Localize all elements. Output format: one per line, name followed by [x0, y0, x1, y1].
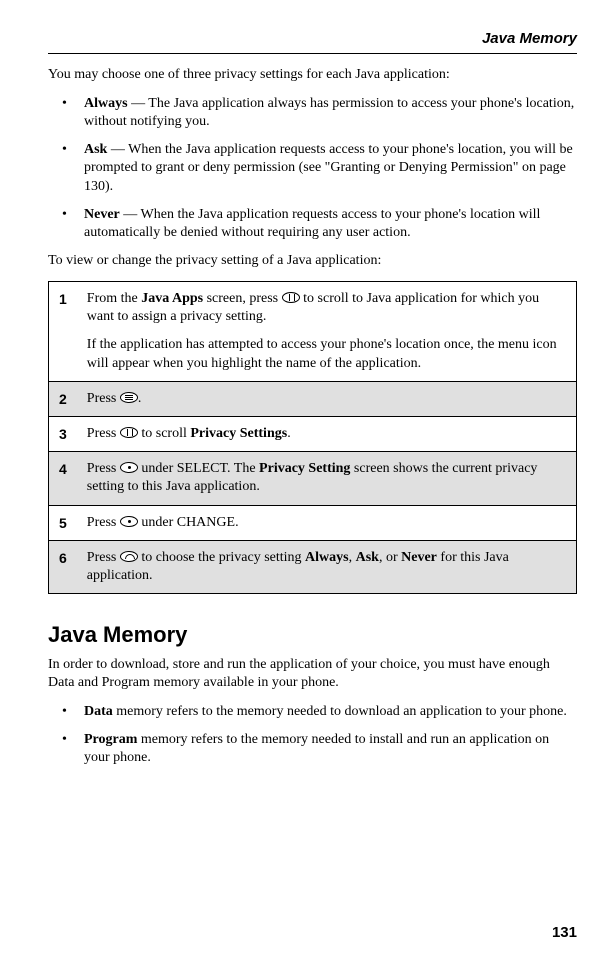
privacy-option-ask: Ask — When the Java application requests… [62, 141, 577, 196]
text: Press [87, 550, 120, 565]
privacy-option-always: Always — The Java application always has… [62, 95, 577, 131]
text: to choose the privacy setting [138, 550, 305, 565]
step-number: 5 [49, 505, 77, 540]
scroll-icon [282, 292, 300, 303]
desc: memory refers to the memory needed to in… [84, 732, 549, 765]
step-body: Press to choose the privacy setting Alwa… [77, 540, 577, 593]
step-row-4: 4 Press under SELECT. The Privacy Settin… [49, 452, 577, 505]
desc: — The Java application always has permis… [84, 96, 574, 129]
text: , [349, 550, 356, 565]
text: Press [87, 391, 120, 406]
text: Press [87, 515, 120, 530]
memory-intro: In order to download, store and run the … [48, 656, 577, 692]
step-number: 4 [49, 452, 77, 505]
desc: memory refers to the memory needed to do… [113, 704, 567, 719]
steps-table: 1 From the Java Apps screen, press to sc… [48, 281, 577, 594]
step-body: From the Java Apps screen, press to scro… [77, 282, 577, 382]
menu-icon [120, 392, 138, 403]
step-number: 3 [49, 417, 77, 452]
text: screen, press [203, 291, 282, 306]
text: From the [87, 291, 141, 306]
text: Press [87, 426, 120, 441]
text-bold: Privacy Setting [259, 461, 350, 476]
text-bold: Privacy Settings [190, 426, 287, 441]
term: Data [84, 704, 113, 719]
step-number: 2 [49, 381, 77, 416]
step-body: Press under CHANGE. [77, 505, 577, 540]
step-row-6: 6 Press to choose the privacy setting Al… [49, 540, 577, 593]
term: Never [84, 207, 120, 222]
text-bold: Ask [356, 550, 379, 565]
term: Program [84, 732, 137, 747]
text: under SELECT. The [138, 461, 259, 476]
step-number: 1 [49, 282, 77, 382]
step-body: Press . [77, 381, 577, 416]
step-row-1: 1 From the Java Apps screen, press to sc… [49, 282, 577, 382]
text: If the application has attempted to acce… [87, 337, 557, 370]
memory-list: Data memory refers to the memory needed … [48, 703, 577, 768]
text: . [138, 391, 142, 406]
text-bold: Always [305, 550, 349, 565]
header-rule [48, 53, 577, 54]
step-number: 6 [49, 540, 77, 593]
memory-item-data: Data memory refers to the memory needed … [62, 703, 577, 721]
text-bold: Java Apps [141, 291, 203, 306]
text: Press [87, 461, 120, 476]
privacy-options-list: Always — The Java application always has… [48, 95, 577, 242]
desc: — When the Java application requests acc… [84, 207, 540, 240]
step-row-5: 5 Press under CHANGE. [49, 505, 577, 540]
step-body: Press under SELECT. The Privacy Setting … [77, 452, 577, 505]
text-bold: Never [401, 550, 437, 565]
text: , or [379, 550, 401, 565]
step-row-2: 2 Press . [49, 381, 577, 416]
text: . [287, 426, 291, 441]
header-running-title: Java Memory [48, 30, 577, 47]
scroll-icon [120, 427, 138, 438]
java-memory-heading: Java Memory [48, 622, 577, 648]
privacy-intro: You may choose one of three privacy sett… [48, 66, 577, 85]
view-change-intro: To view or change the privacy setting of… [48, 252, 577, 271]
select-icon [120, 516, 138, 527]
scroll-icon [120, 551, 138, 562]
privacy-option-never: Never — When the Java application reques… [62, 206, 577, 242]
term: Ask [84, 142, 107, 157]
text: under CHANGE. [138, 515, 239, 530]
select-icon [120, 462, 138, 473]
step-body: Press to scroll Privacy Settings. [77, 417, 577, 452]
step-row-3: 3 Press to scroll Privacy Settings. [49, 417, 577, 452]
term: Always [84, 96, 128, 111]
page-number: 131 [552, 924, 577, 941]
desc: — When the Java application requests acc… [84, 142, 573, 193]
text: to scroll [138, 426, 191, 441]
memory-item-program: Program memory refers to the memory need… [62, 731, 577, 767]
